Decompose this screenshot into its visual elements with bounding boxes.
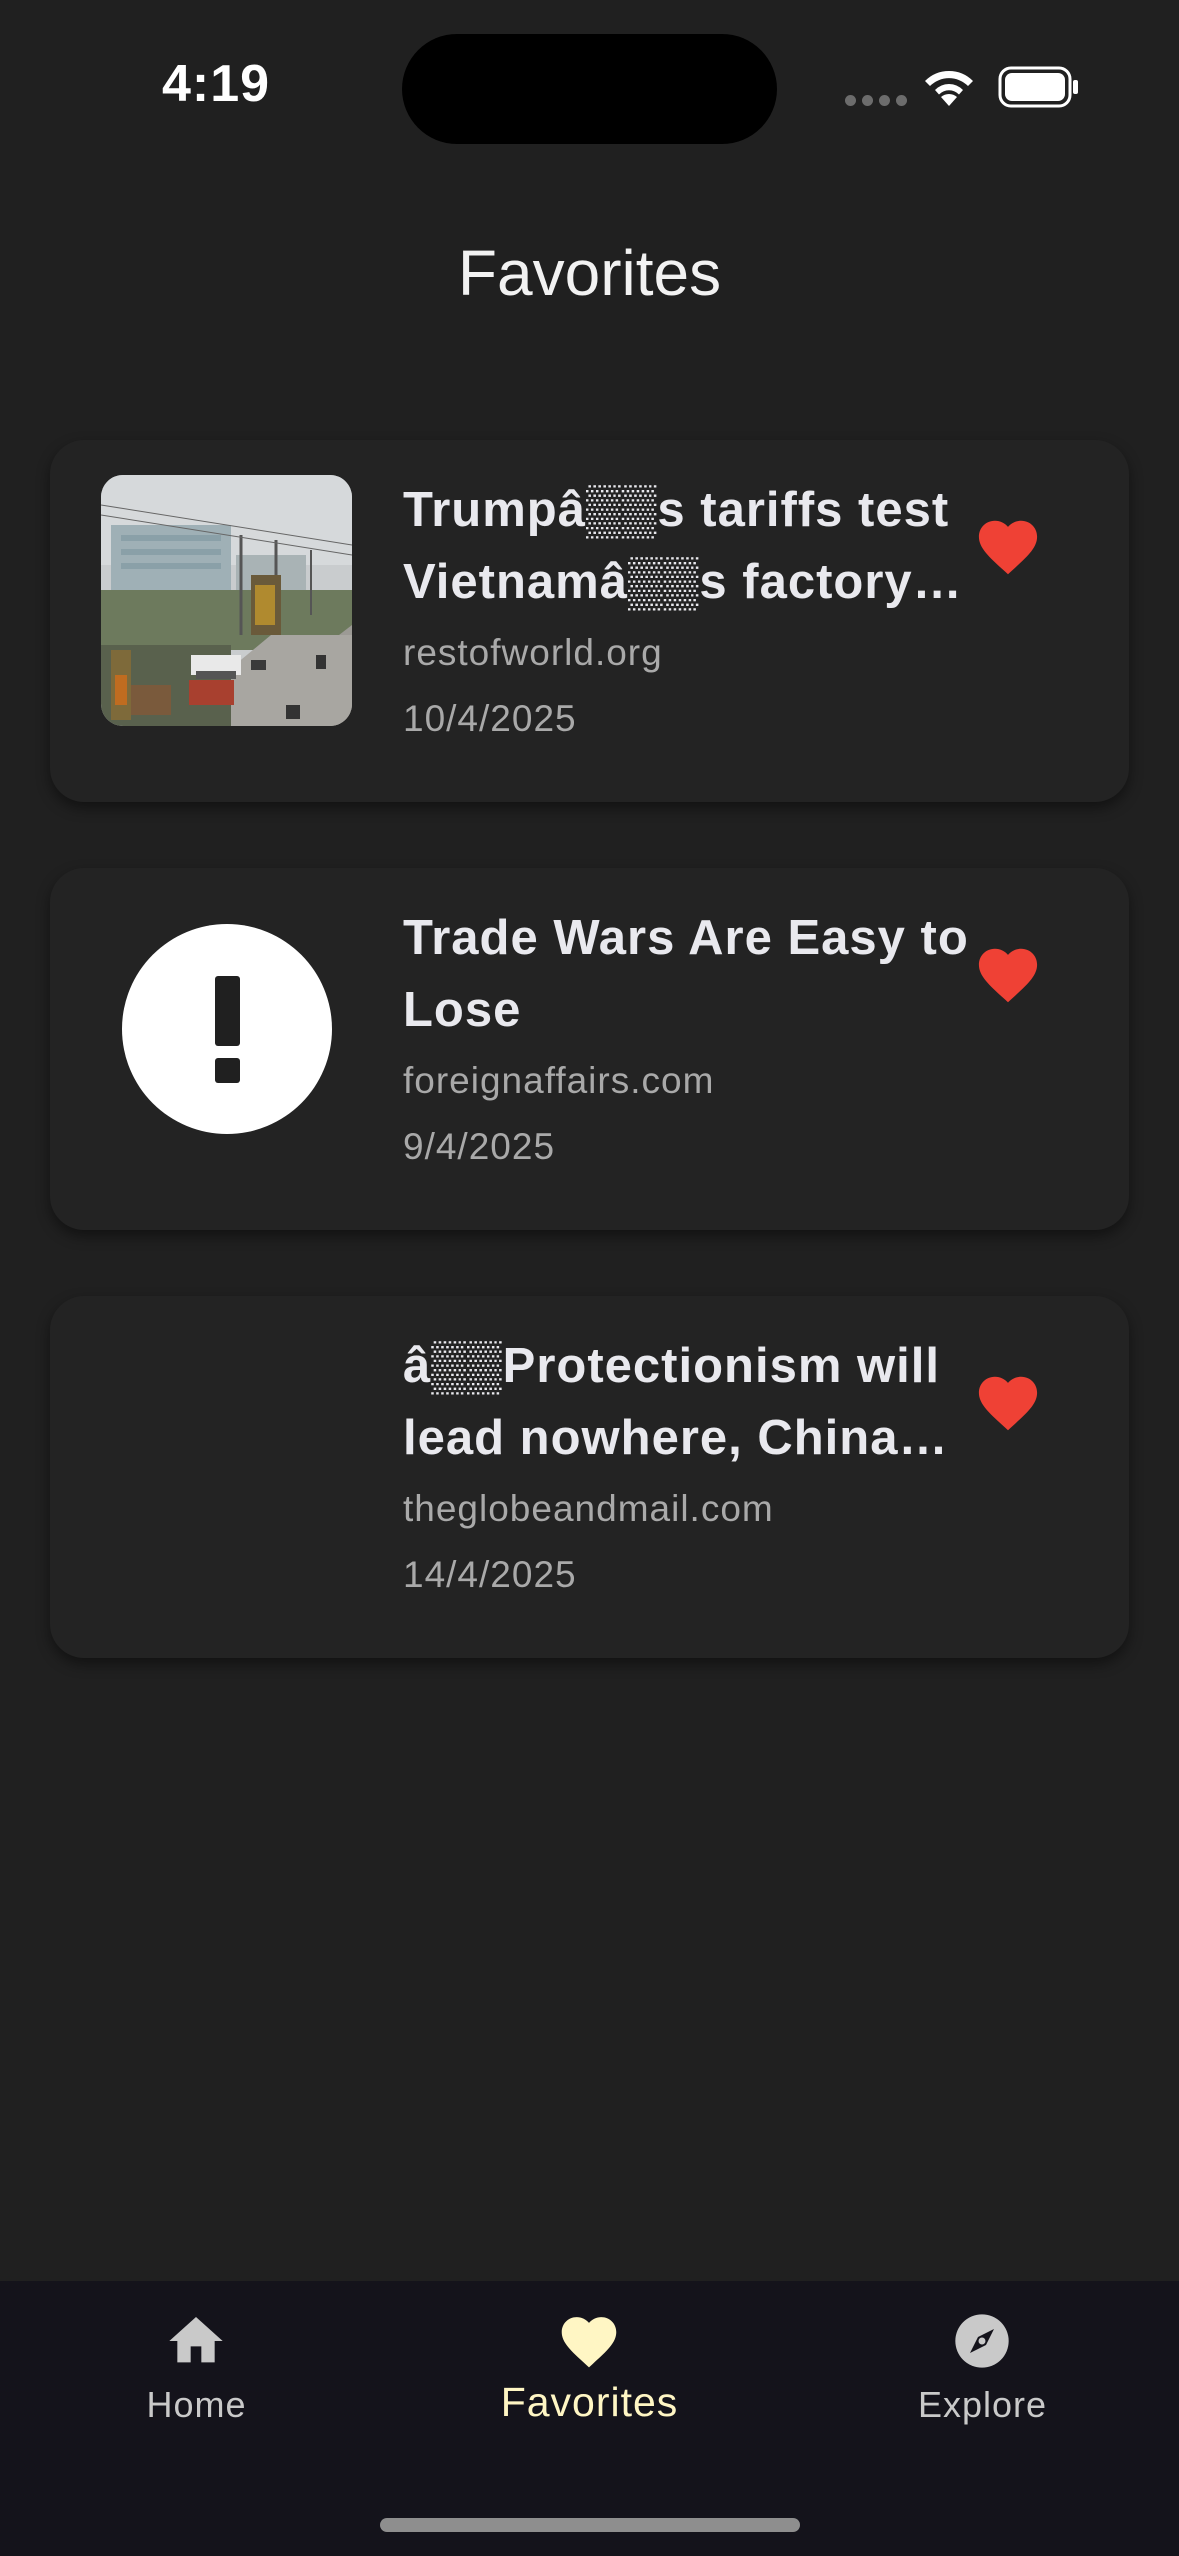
error-icon [122,924,332,1134]
article-title: â▒▒Protectionism will lead nowhere, Chin… [403,1339,940,1465]
article-date: 14/4/2025 [403,1554,577,1595]
compass-icon [955,2314,1009,2368]
battery-icon [998,66,1078,108]
home-indicator[interactable] [380,2518,800,2532]
nav-label-explore: Explore [917,2384,1048,2425]
article-date: 10/4/2025 [403,698,577,739]
cellular-signal-icon [845,95,907,106]
article-card[interactable]: Trumpâ▒▒s tariffs test Vietnamâ▒▒s facto… [50,440,1129,802]
article-title: Trumpâ▒▒s tariffs test Vietnamâ▒▒s facto… [403,483,950,609]
dynamic-island [402,34,777,144]
wifi-icon [925,71,973,106]
article-date: 9/4/2025 [403,1126,556,1167]
home-icon [169,2317,223,2363]
article-source: foreignaffairs.com [403,1060,715,1101]
nav-label-home: Home [146,2384,247,2425]
article-source: theglobeandmail.com [403,1488,774,1529]
heart-icon [561,2317,617,2368]
bottom-nav: Home Favorites Explore [0,2281,1179,2556]
favorite-heart-icon[interactable] [973,940,1043,1004]
nav-item-explore[interactable]: Explore [786,2281,1179,2481]
status-bar: 4:19 [0,0,1179,180]
nav-label-favorites: Favorites [500,2379,679,2425]
nav-item-home[interactable]: Home [0,2281,393,2481]
article-thumbnail [101,475,352,726]
article-card[interactable]: Trade Wars Are Easy to Lose foreignaffai… [50,868,1129,1230]
article-title: Trade Wars Are Easy to Lose [403,911,969,1037]
favorite-heart-icon[interactable] [973,512,1043,576]
favorite-heart-icon[interactable] [973,1368,1043,1432]
article-card[interactable]: â▒▒Protectionism will lead nowhere, Chin… [50,1296,1129,1658]
article-source: restofworld.org [403,632,663,673]
nav-item-favorites[interactable]: Favorites [393,2281,786,2481]
page-title: Favorites [457,237,722,309]
status-time: 4:19 [162,55,271,113]
